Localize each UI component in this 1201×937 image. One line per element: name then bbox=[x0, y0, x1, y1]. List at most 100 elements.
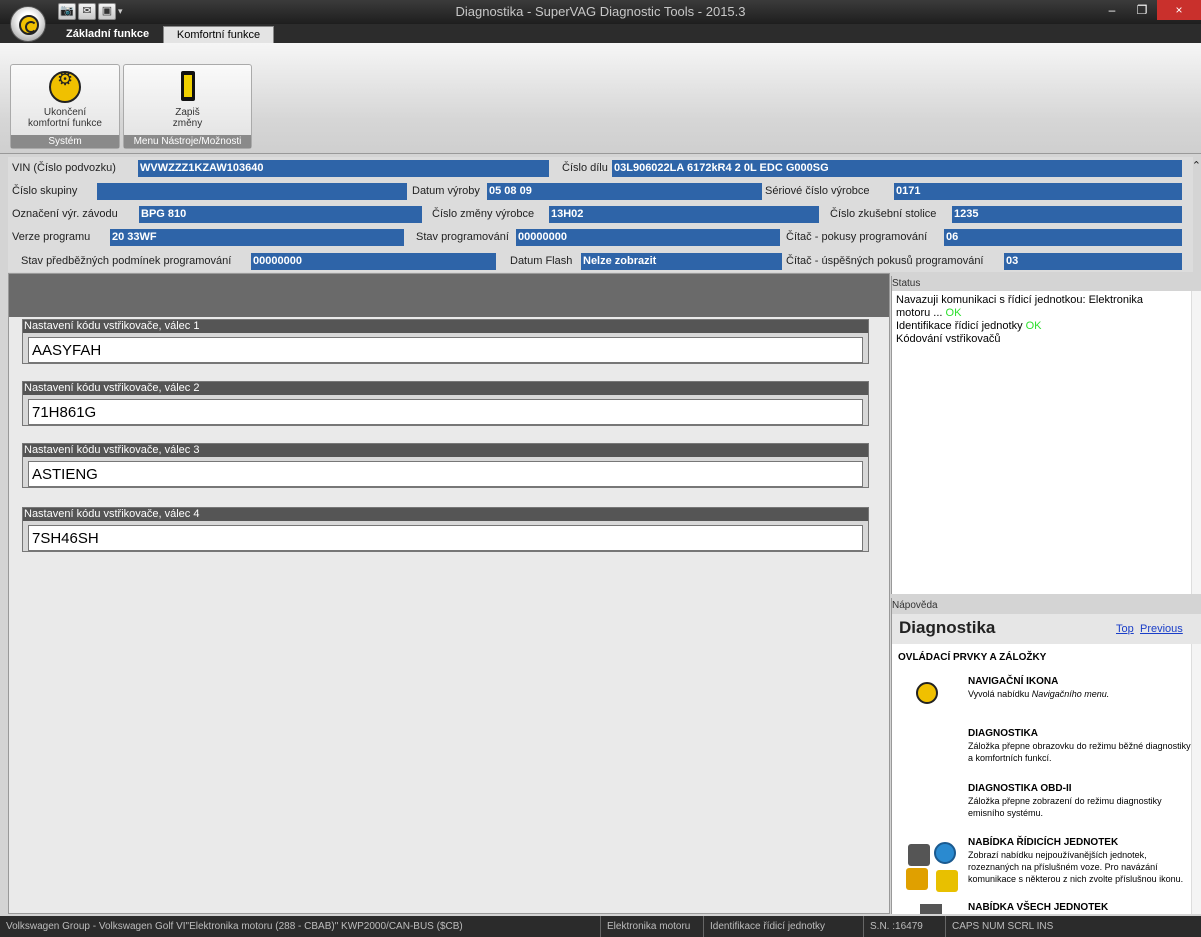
plant-label: Označení výr. závodu bbox=[12, 208, 118, 220]
group-number-label: Číslo skupiny bbox=[12, 185, 78, 197]
group-number-value bbox=[97, 183, 407, 200]
exit-comfort-label-1: Ukončení bbox=[43, 107, 87, 118]
title-bar: 📷 ✉ ▣ ▾ Diagnostika - SuperVAG Diagnosti… bbox=[0, 0, 1201, 42]
injector-code-input-1[interactable] bbox=[28, 337, 863, 363]
help-item-navigation-text: Vyvolá nabídku bbox=[968, 689, 1032, 699]
write-changes-label-1: Zapiš bbox=[175, 107, 200, 118]
help-header: Nápověda bbox=[892, 598, 1201, 614]
injector-code-input-3[interactable] bbox=[28, 461, 863, 487]
injector-group-2: Nastavení kódu vstřikovače, válec 2 bbox=[22, 381, 869, 426]
help-panel: Nápověda Diagnostika Top Previous OVLÁDA… bbox=[891, 598, 1201, 914]
help-item-navigation: NAVIGAČNÍ IKONA Vyvolá nabídku Navigační… bbox=[968, 676, 1194, 700]
status-ok-1: OK bbox=[945, 307, 962, 319]
part-number-label: Číslo dílu bbox=[562, 162, 608, 174]
write-changes-button[interactable]: Zapiš změny bbox=[124, 67, 251, 129]
help-top-link[interactable]: Top bbox=[1116, 623, 1134, 635]
statusbar-vehicle: Volkswagen Group - Volkswagen Golf VI"El… bbox=[6, 921, 463, 932]
test-bench-label: Číslo zkušební stolice bbox=[830, 208, 937, 220]
help-item-navigation-em: Navigačního menu. bbox=[1031, 689, 1110, 699]
target-icon bbox=[934, 842, 956, 864]
injector-code-input-4[interactable] bbox=[28, 525, 863, 551]
exit-comfort-label-2: komfortní funkce bbox=[28, 118, 102, 129]
tab-basic-functions[interactable]: Základní funkce bbox=[60, 26, 155, 43]
write-changes-label-2: změny bbox=[172, 118, 203, 129]
successful-attempts-label: Čítač - úspěšných pokusů programování bbox=[786, 255, 984, 267]
status-panel: Status Navazuji komunikaci s řídicí jedn… bbox=[891, 276, 1201, 594]
plant-value: BPG 810 bbox=[139, 206, 422, 223]
statusbar-serial: S.N. :16479 bbox=[863, 916, 923, 937]
statusbar-module: Elektronika motoru bbox=[600, 916, 690, 937]
injector-code-input-2[interactable] bbox=[28, 399, 863, 425]
statusbar-keys: CAPS NUM SCRL INS bbox=[945, 916, 1053, 937]
help-item-obd-text: Záložka přepne zobrazení do režimu diagn… bbox=[968, 796, 1162, 818]
status-header: Status bbox=[892, 276, 1201, 291]
ecu-info-panel: VIN (Číslo podvozku) WVWZZZ1KZAW103640 Č… bbox=[8, 157, 1193, 272]
ecu-list-icon bbox=[908, 844, 930, 866]
manufacture-date-label: Datum výroby bbox=[412, 185, 480, 197]
help-item-ecu-menu-title: NABÍDKA ŘÍDICÍCH JEDNOTEK bbox=[968, 837, 1119, 848]
window-title: Diagnostika - SuperVAG Diagnostic Tools … bbox=[455, 4, 746, 19]
change-number-value: 13H02 bbox=[549, 206, 819, 223]
vin-value: WVWZZZ1KZAW103640 bbox=[138, 160, 549, 177]
help-item-diagnostics: DIAGNOSTIKA Záložka přepne obrazovku do … bbox=[968, 728, 1194, 764]
gearbox-ecu-icon bbox=[936, 870, 958, 892]
navigation-orb-icon bbox=[916, 682, 938, 704]
serial-number-value: 0171 bbox=[894, 183, 1182, 200]
flash-date-label: Datum Flash bbox=[510, 255, 573, 267]
injector-label-2: Nastavení kódu vstřikovače, válec 2 bbox=[23, 382, 868, 395]
help-previous-link[interactable]: Previous bbox=[1140, 623, 1183, 635]
help-item-obd-title: DIAGNOSTIKA OBD-II bbox=[968, 783, 1072, 794]
help-item-navigation-title: NAVIGAČNÍ IKONA bbox=[968, 676, 1059, 687]
serial-number-label: Sériové číslo výrobce bbox=[765, 185, 870, 197]
minimize-button[interactable]: – bbox=[1097, 0, 1127, 20]
preconditions-value: 00000000 bbox=[251, 253, 496, 270]
programming-state-value: 00000000 bbox=[516, 229, 780, 246]
help-title: Diagnostika bbox=[899, 618, 996, 637]
engine-ecu-icon bbox=[906, 868, 928, 890]
help-item-obd: DIAGNOSTIKA OBD-II Záložka přepne zobraz… bbox=[968, 783, 1194, 819]
help-item-all-ecus: NABÍDKA VŠECH JEDNOTEK bbox=[968, 902, 1194, 914]
status-line-3: Identifikace řídicí jednotky bbox=[896, 320, 1026, 332]
successful-attempts-value: 03 bbox=[1004, 253, 1182, 270]
test-bench-value: 1235 bbox=[952, 206, 1182, 223]
injector-group-1: Nastavení kódu vstřikovače, válec 1 bbox=[22, 319, 869, 364]
injector-group-3: Nastavení kódu vstřikovače, válec 3 bbox=[22, 443, 869, 488]
help-scrollbar[interactable] bbox=[1191, 644, 1201, 914]
help-item-diagnostics-title: DIAGNOSTIKA bbox=[968, 728, 1038, 739]
flash-date-value: Nelze zobrazit bbox=[581, 253, 782, 270]
exit-comfort-button[interactable]: Ukončení komfortní funkce bbox=[11, 67, 119, 129]
tab-comfort-functions[interactable]: Komfortní funkce bbox=[163, 26, 274, 43]
panel-header bbox=[9, 274, 889, 317]
change-number-label: Číslo změny výrobce bbox=[432, 208, 535, 220]
vin-label: VIN (Číslo podvozku) bbox=[12, 162, 116, 174]
ribbon: Ukončení komfortní funkce Systém Zapiš z… bbox=[0, 43, 1201, 154]
programming-attempts-value: 06 bbox=[944, 229, 1182, 246]
programming-state-label: Stav programování bbox=[416, 231, 509, 243]
injector-label-4: Nastavení kódu vstřikovače, válec 4 bbox=[23, 508, 868, 521]
app-menu-orb-icon[interactable] bbox=[10, 6, 46, 42]
close-button[interactable]: × bbox=[1157, 0, 1201, 20]
injector-coding-panel: Nastavení kódu vstřikovače, válec 1 Nast… bbox=[8, 273, 890, 914]
injector-label-1: Nastavení kódu vstřikovače, válec 1 bbox=[23, 320, 868, 333]
status-line-2: motoru ... bbox=[896, 307, 946, 319]
ribbon-group-system: Ukončení komfortní funkce Systém bbox=[10, 64, 120, 149]
help-item-diagnostics-text: Záložka přepne obrazovku do režimu běžné… bbox=[968, 741, 1191, 763]
collapse-info-icon[interactable]: ⌃ bbox=[1192, 159, 1201, 172]
status-bar: Volkswagen Group - Volkswagen Golf VI"El… bbox=[0, 916, 1201, 937]
status-scrollbar[interactable] bbox=[1191, 291, 1201, 594]
exit-comfort-icon bbox=[49, 71, 81, 103]
help-item-ecu-menu-text: Zobrazí nabídku nejpoužívanějších jednot… bbox=[968, 850, 1184, 884]
ribbon-tab-bar: Základní funkce Komfortní funkce bbox=[0, 24, 1201, 43]
help-banner: Diagnostika Top Previous bbox=[892, 614, 1201, 644]
maximize-button[interactable]: ❐ bbox=[1127, 0, 1157, 20]
part-number-value: 03L906022LA 6172kR4 2 0L EDC G000SG bbox=[612, 160, 1182, 177]
write-chip-icon bbox=[172, 71, 204, 103]
programming-attempts-label: Čítač - pokusy programování bbox=[786, 231, 928, 243]
preconditions-label: Stav předběžných podmínek programování bbox=[21, 255, 232, 267]
all-ecus-icon bbox=[920, 904, 942, 914]
ribbon-group-tools: Zapiš změny Menu Nástroje/Možnosti bbox=[123, 64, 252, 149]
statusbar-action: Identifikace řídicí jednotky bbox=[703, 916, 825, 937]
group-label-tools: Menu Nástroje/Možnosti bbox=[124, 135, 251, 148]
program-version-value: 20 33WF bbox=[110, 229, 404, 246]
help-item-all-ecus-title: NABÍDKA VŠECH JEDNOTEK bbox=[968, 902, 1109, 913]
